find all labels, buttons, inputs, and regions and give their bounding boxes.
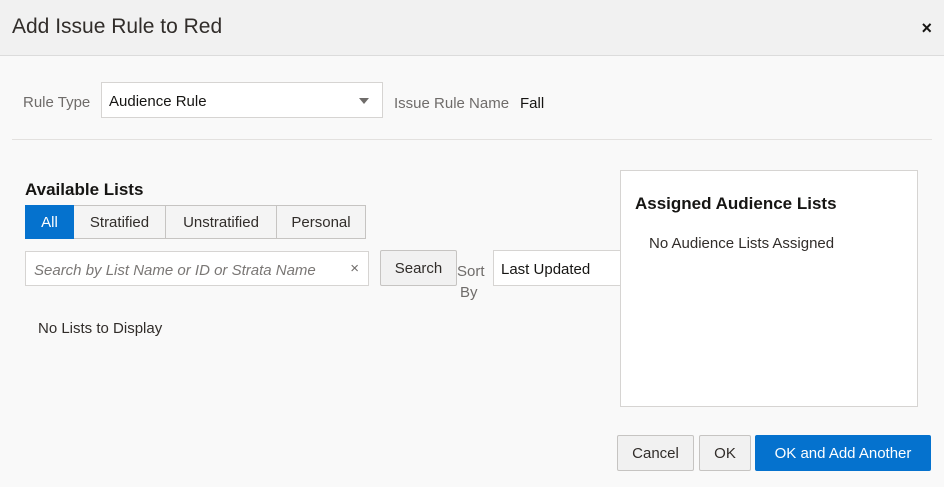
sort-label-line1: Sort (457, 263, 485, 280)
dialog-header: Add Issue Rule to Red × (0, 0, 944, 56)
rule-type-value: Audience Rule (109, 93, 207, 110)
sort-by-label-line2: By (460, 284, 478, 301)
tab-personal[interactable]: Personal (277, 205, 366, 239)
assigned-empty-message: No Audience Lists Assigned (649, 235, 835, 252)
clear-icon[interactable]: × (350, 260, 359, 277)
rule-type-label: Rule Type (23, 94, 91, 111)
tab-all[interactable]: All (25, 205, 74, 239)
search-button[interactable]: Search (380, 250, 457, 286)
tab-unstratified[interactable]: Unstratified (166, 205, 277, 239)
sort-value: Last Updated (501, 261, 591, 278)
assigned-lists-panel: Assigned Audience Lists No Audience List… (620, 170, 918, 407)
dialog-title: Add Issue Rule to Red (12, 15, 223, 38)
tab-stratified[interactable]: Stratified (74, 205, 166, 239)
sort-select[interactable]: Last Updated (493, 250, 622, 286)
search-field: × (25, 251, 369, 286)
divider (12, 139, 932, 140)
assigned-lists-title: Assigned Audience Lists (635, 194, 837, 213)
issue-rule-name-label: Issue Rule Name (394, 95, 510, 112)
close-icon[interactable]: × (921, 17, 932, 39)
ok-and-add-another-button[interactable]: OK and Add Another (755, 435, 931, 471)
sort-by-label: Sort (457, 263, 485, 280)
empty-lists-message: No Lists to Display (38, 320, 163, 337)
search-input[interactable] (32, 259, 336, 281)
cancel-button[interactable]: Cancel (617, 435, 694, 471)
available-lists-title: Available Lists (25, 180, 144, 199)
rule-type-select[interactable]: Audience Rule (101, 82, 383, 118)
chevron-down-icon (359, 98, 369, 104)
ok-button[interactable]: OK (699, 435, 751, 471)
list-filter-tabs: All Stratified Unstratified Personal (25, 205, 366, 239)
issue-rule-name-value: Fall (520, 95, 545, 112)
